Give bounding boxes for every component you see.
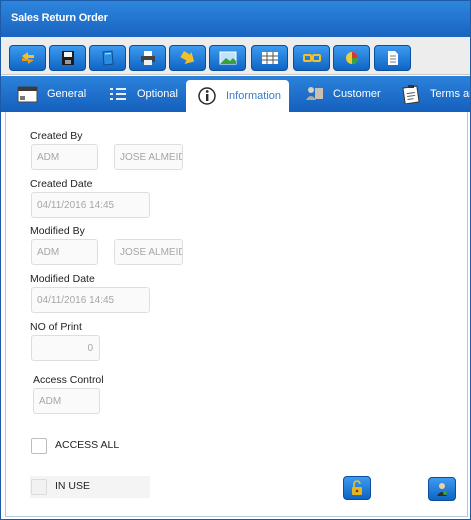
- tab-terms-label: Terms and: [430, 88, 470, 100]
- padlock-icon: [352, 480, 362, 495]
- link-button[interactable]: [293, 45, 330, 71]
- refresh-button[interactable]: [9, 45, 46, 71]
- access-control-label: Access Control: [33, 374, 104, 386]
- image-button[interactable]: [209, 45, 246, 71]
- access-control-field[interactable]: ADM: [33, 388, 100, 414]
- in-use-checkbox[interactable]: [31, 479, 47, 495]
- document-button[interactable]: [374, 45, 411, 71]
- access-all-checkbox[interactable]: [31, 438, 47, 454]
- sales-return-order-window: Sales Return Order General Optional Info…: [0, 0, 471, 520]
- document-icon: [387, 51, 398, 65]
- modified-by-label: Modified By: [30, 225, 85, 237]
- clipboard-icon: [402, 85, 420, 104]
- notebook-icon: [101, 50, 114, 66]
- link-icon: [302, 54, 321, 62]
- created-date-label: Created Date: [30, 178, 93, 190]
- user-icon: [437, 483, 447, 496]
- notebook-button[interactable]: [89, 45, 126, 71]
- modified-date-label: Modified Date: [30, 273, 95, 285]
- toolbar: [1, 37, 470, 75]
- created-date-field[interactable]: 04/11/2016 14:45: [31, 192, 150, 218]
- unlock-button[interactable]: [343, 476, 371, 500]
- tab-information-label: Information: [226, 90, 282, 102]
- user-button[interactable]: [428, 477, 456, 501]
- grid-icon: [261, 52, 278, 64]
- save-icon: [61, 51, 74, 65]
- print-icon: [140, 51, 155, 65]
- modified-by-name-field[interactable]: JOSE ALMEID: [114, 239, 183, 265]
- tab-customer-label: Customer: [333, 88, 381, 100]
- customer-icon: [306, 87, 323, 100]
- tab-optional-label: Optional: [137, 88, 178, 100]
- created-by-label: Created By: [30, 130, 83, 142]
- window-icon: [17, 86, 38, 103]
- tab-general[interactable]: General: [17, 76, 86, 112]
- save-button[interactable]: [49, 45, 86, 71]
- print-button[interactable]: [129, 45, 166, 71]
- no-print-label: NO of Print: [30, 321, 82, 333]
- created-by-name-field[interactable]: JOSE ALMEID: [114, 144, 183, 170]
- chart-icon: [345, 52, 358, 64]
- arrow-down-button[interactable]: [169, 45, 206, 71]
- tab-optional[interactable]: Optional: [107, 76, 178, 112]
- created-by-code-field[interactable]: ADM: [31, 144, 98, 170]
- tab-general-label: General: [47, 88, 87, 100]
- information-panel: Created By ADM JOSE ALMEID Created Date …: [5, 112, 468, 517]
- list-icon: [110, 88, 126, 100]
- in-use-label: IN USE: [55, 480, 91, 492]
- grid-button[interactable]: [251, 45, 288, 71]
- modified-by-code-field[interactable]: ADM: [31, 239, 98, 265]
- chart-button[interactable]: [333, 45, 370, 71]
- tab-terms[interactable]: Terms and: [400, 76, 470, 112]
- window-title: Sales Return Order: [1, 1, 470, 37]
- tab-bar: General Optional Information Customer Te…: [1, 76, 470, 112]
- no-print-field[interactable]: 0: [31, 335, 100, 361]
- image-icon: [219, 51, 236, 65]
- refresh-icon: [21, 52, 34, 64]
- access-all-label: ACCESS ALL: [55, 439, 120, 451]
- arrow-down-icon: [179, 51, 194, 65]
- tab-information[interactable]: Information: [186, 80, 289, 112]
- info-icon: [198, 87, 216, 105]
- tab-customer[interactable]: Customer: [303, 76, 381, 112]
- modified-date-field[interactable]: 04/11/2016 14:45: [31, 287, 150, 313]
